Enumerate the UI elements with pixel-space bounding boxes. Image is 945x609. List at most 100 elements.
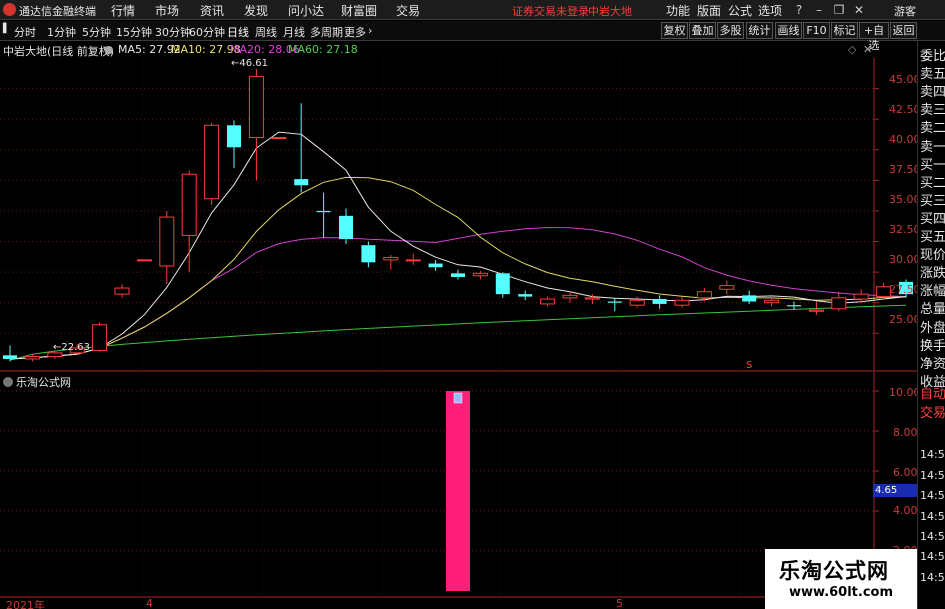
ma60-line — [9, 304, 907, 361]
quote-panel-item[interactable]: 自动 — [920, 383, 945, 402]
quote-panel-item: 现价 — [920, 248, 945, 264]
candle-body — [742, 295, 757, 302]
quote-side-panel: 委比 卖五 卖四 卖三 卖二 卖一 买一 买二 买三 买四 买五 现价 涨跌 涨幅 总量 外盘 换手 净资 收益 自动… — [917, 41, 945, 609]
period-multi[interactable]: 多周期 — [310, 24, 343, 40]
candle-body — [271, 137, 287, 140]
candle-body — [136, 259, 152, 262]
period-toolbar: ▌ 分时 1分钟 5分钟 15分钟 30分钟 60分钟 日线 周线 月线 多周期… — [0, 21, 945, 52]
quote-panel-item: 买一 — [920, 157, 945, 173]
draw-line-button[interactable]: 画线 — [775, 22, 802, 39]
period-daily[interactable]: 日线 — [227, 24, 249, 40]
y-tick: 35.00 — [889, 193, 921, 206]
statistics-button[interactable]: 统计 — [746, 22, 773, 39]
watermark-title: 乐淘公式网 — [779, 559, 889, 583]
period-30min[interactable]: 30分钟 — [155, 24, 191, 40]
candle-body — [24, 356, 40, 360]
menu-shichang[interactable]: 市场 — [155, 2, 179, 19]
fuquan-button[interactable]: 复权 — [661, 22, 688, 39]
menu-banmian[interactable]: 版面 — [697, 2, 721, 19]
chart-close-icon[interactable]: ✕ — [863, 43, 872, 56]
back-button[interactable]: 返回 — [890, 22, 917, 39]
indicator-settings-icon[interactable] — [3, 377, 13, 387]
y-tick: 32.50 — [889, 223, 921, 236]
menu-bar: 通达信金融终端 行情 市场 资讯 发现 问小达 财富圈 交易 证券交易未登录 中… — [0, 0, 945, 20]
period-fenshi[interactable]: 分时 — [14, 24, 36, 40]
candle-body — [495, 273, 510, 295]
period-15min[interactable]: 15分钟 — [116, 24, 152, 40]
indicator-settings-icon[interactable]: ● — [104, 43, 114, 56]
period-60min[interactable]: 60分钟 — [189, 24, 225, 40]
candle-body — [383, 256, 399, 261]
ma60-label: MA60: 27.18 — [288, 43, 358, 56]
menu-hangqing[interactable]: 行情 — [111, 2, 135, 19]
indicator-header: 乐淘公式网 — [0, 374, 71, 390]
quote-panel-item: 涨跌 — [920, 266, 945, 282]
candle-body — [428, 263, 443, 268]
candlestick-chart[interactable] — [0, 41, 917, 372]
candle-body — [361, 245, 376, 263]
menu-jiaoyi[interactable]: 交易 — [396, 2, 420, 19]
sub-y-tick: 10.00 — [889, 386, 921, 399]
candle-body — [316, 210, 331, 213]
chart-title: 中岩大地(日线 前复权) — [3, 45, 115, 58]
quote-panel-item: 14:56 — [920, 510, 945, 523]
menu-caifuquan[interactable]: 财富圈 — [341, 2, 377, 19]
candle-body — [719, 285, 735, 290]
menu-zixun[interactable]: 资讯 — [200, 2, 224, 19]
candle-body — [159, 216, 175, 267]
candle-body — [339, 215, 353, 240]
minimize-icon[interactable]: – — [811, 2, 827, 18]
candle-body — [451, 273, 465, 278]
date-label: 4 — [146, 597, 153, 609]
period-5min[interactable]: 5分钟 — [82, 24, 111, 40]
menu-wenxiaoda[interactable]: 问小达 — [288, 2, 324, 19]
trade-login-warning[interactable]: 证券交易未登录 — [512, 3, 589, 19]
close-icon[interactable]: ✕ — [851, 2, 867, 18]
current-value-box: 4.65 — [873, 484, 917, 497]
signal-icon — [453, 392, 463, 404]
menu-gongneng[interactable]: 功能 — [666, 2, 690, 19]
candle-body — [248, 75, 264, 139]
period-weekly[interactable]: 周线 — [255, 24, 277, 40]
watermark-logo: 乐淘公式网 www.60lt.com — [765, 549, 917, 609]
y-tick: 27.50 — [889, 283, 921, 296]
y-tick: 42.50 — [889, 103, 921, 116]
quote-panel-item[interactable]: 交易 — [920, 402, 945, 421]
help-icon[interactable]: ? — [791, 2, 807, 18]
add-favorite-button[interactable]: +自选 — [859, 22, 889, 52]
menu-gongshi[interactable]: 公式 — [728, 2, 752, 19]
date-label: 2021年 — [6, 599, 45, 609]
menu-xuanxiang[interactable]: 选项 — [758, 2, 782, 19]
restore-icon[interactable]: ❐ — [831, 2, 847, 18]
current-stock-name: 中岩大地 — [588, 5, 632, 18]
more-chevron-icon[interactable]: › — [368, 24, 372, 37]
guest-user[interactable]: 游客 — [894, 3, 916, 19]
period-monthly[interactable]: 月线 — [283, 24, 305, 40]
quote-panel-item: 外盘 — [920, 320, 945, 336]
menu-faxian[interactable]: 发现 — [244, 2, 268, 19]
period-more[interactable]: 更多 — [344, 24, 366, 40]
chart-diamond-icon[interactable]: ◇ — [848, 43, 856, 56]
quote-panel-item: 卖五 — [920, 67, 945, 83]
candle-body — [227, 125, 241, 148]
f10-button[interactable]: F10 — [803, 22, 830, 39]
candle-body — [294, 179, 309, 186]
sub-y-tick: 6.00 — [893, 466, 918, 479]
candle-body — [562, 294, 578, 299]
overlay-button[interactable]: 叠加 — [689, 22, 716, 39]
quote-panel-item: 14:56 — [920, 489, 945, 502]
multi-stock-button[interactable]: 多股 — [717, 22, 744, 39]
ma5-line — [9, 131, 907, 360]
mark-button[interactable]: 标记 — [831, 22, 858, 39]
y-tick: 25.00 — [889, 313, 921, 326]
candle-body — [607, 301, 622, 303]
collapse-icon[interactable]: ▌ — [3, 24, 10, 34]
candle-body — [674, 299, 690, 306]
candle-body — [764, 299, 780, 304]
candle-body — [540, 298, 556, 305]
candle-body — [808, 309, 824, 312]
sub-y-tick: 8.00 — [893, 426, 918, 439]
quote-panel-item: 委比 — [920, 49, 945, 64]
period-1min[interactable]: 1分钟 — [47, 24, 76, 40]
y-tick: 30.00 — [889, 253, 921, 266]
